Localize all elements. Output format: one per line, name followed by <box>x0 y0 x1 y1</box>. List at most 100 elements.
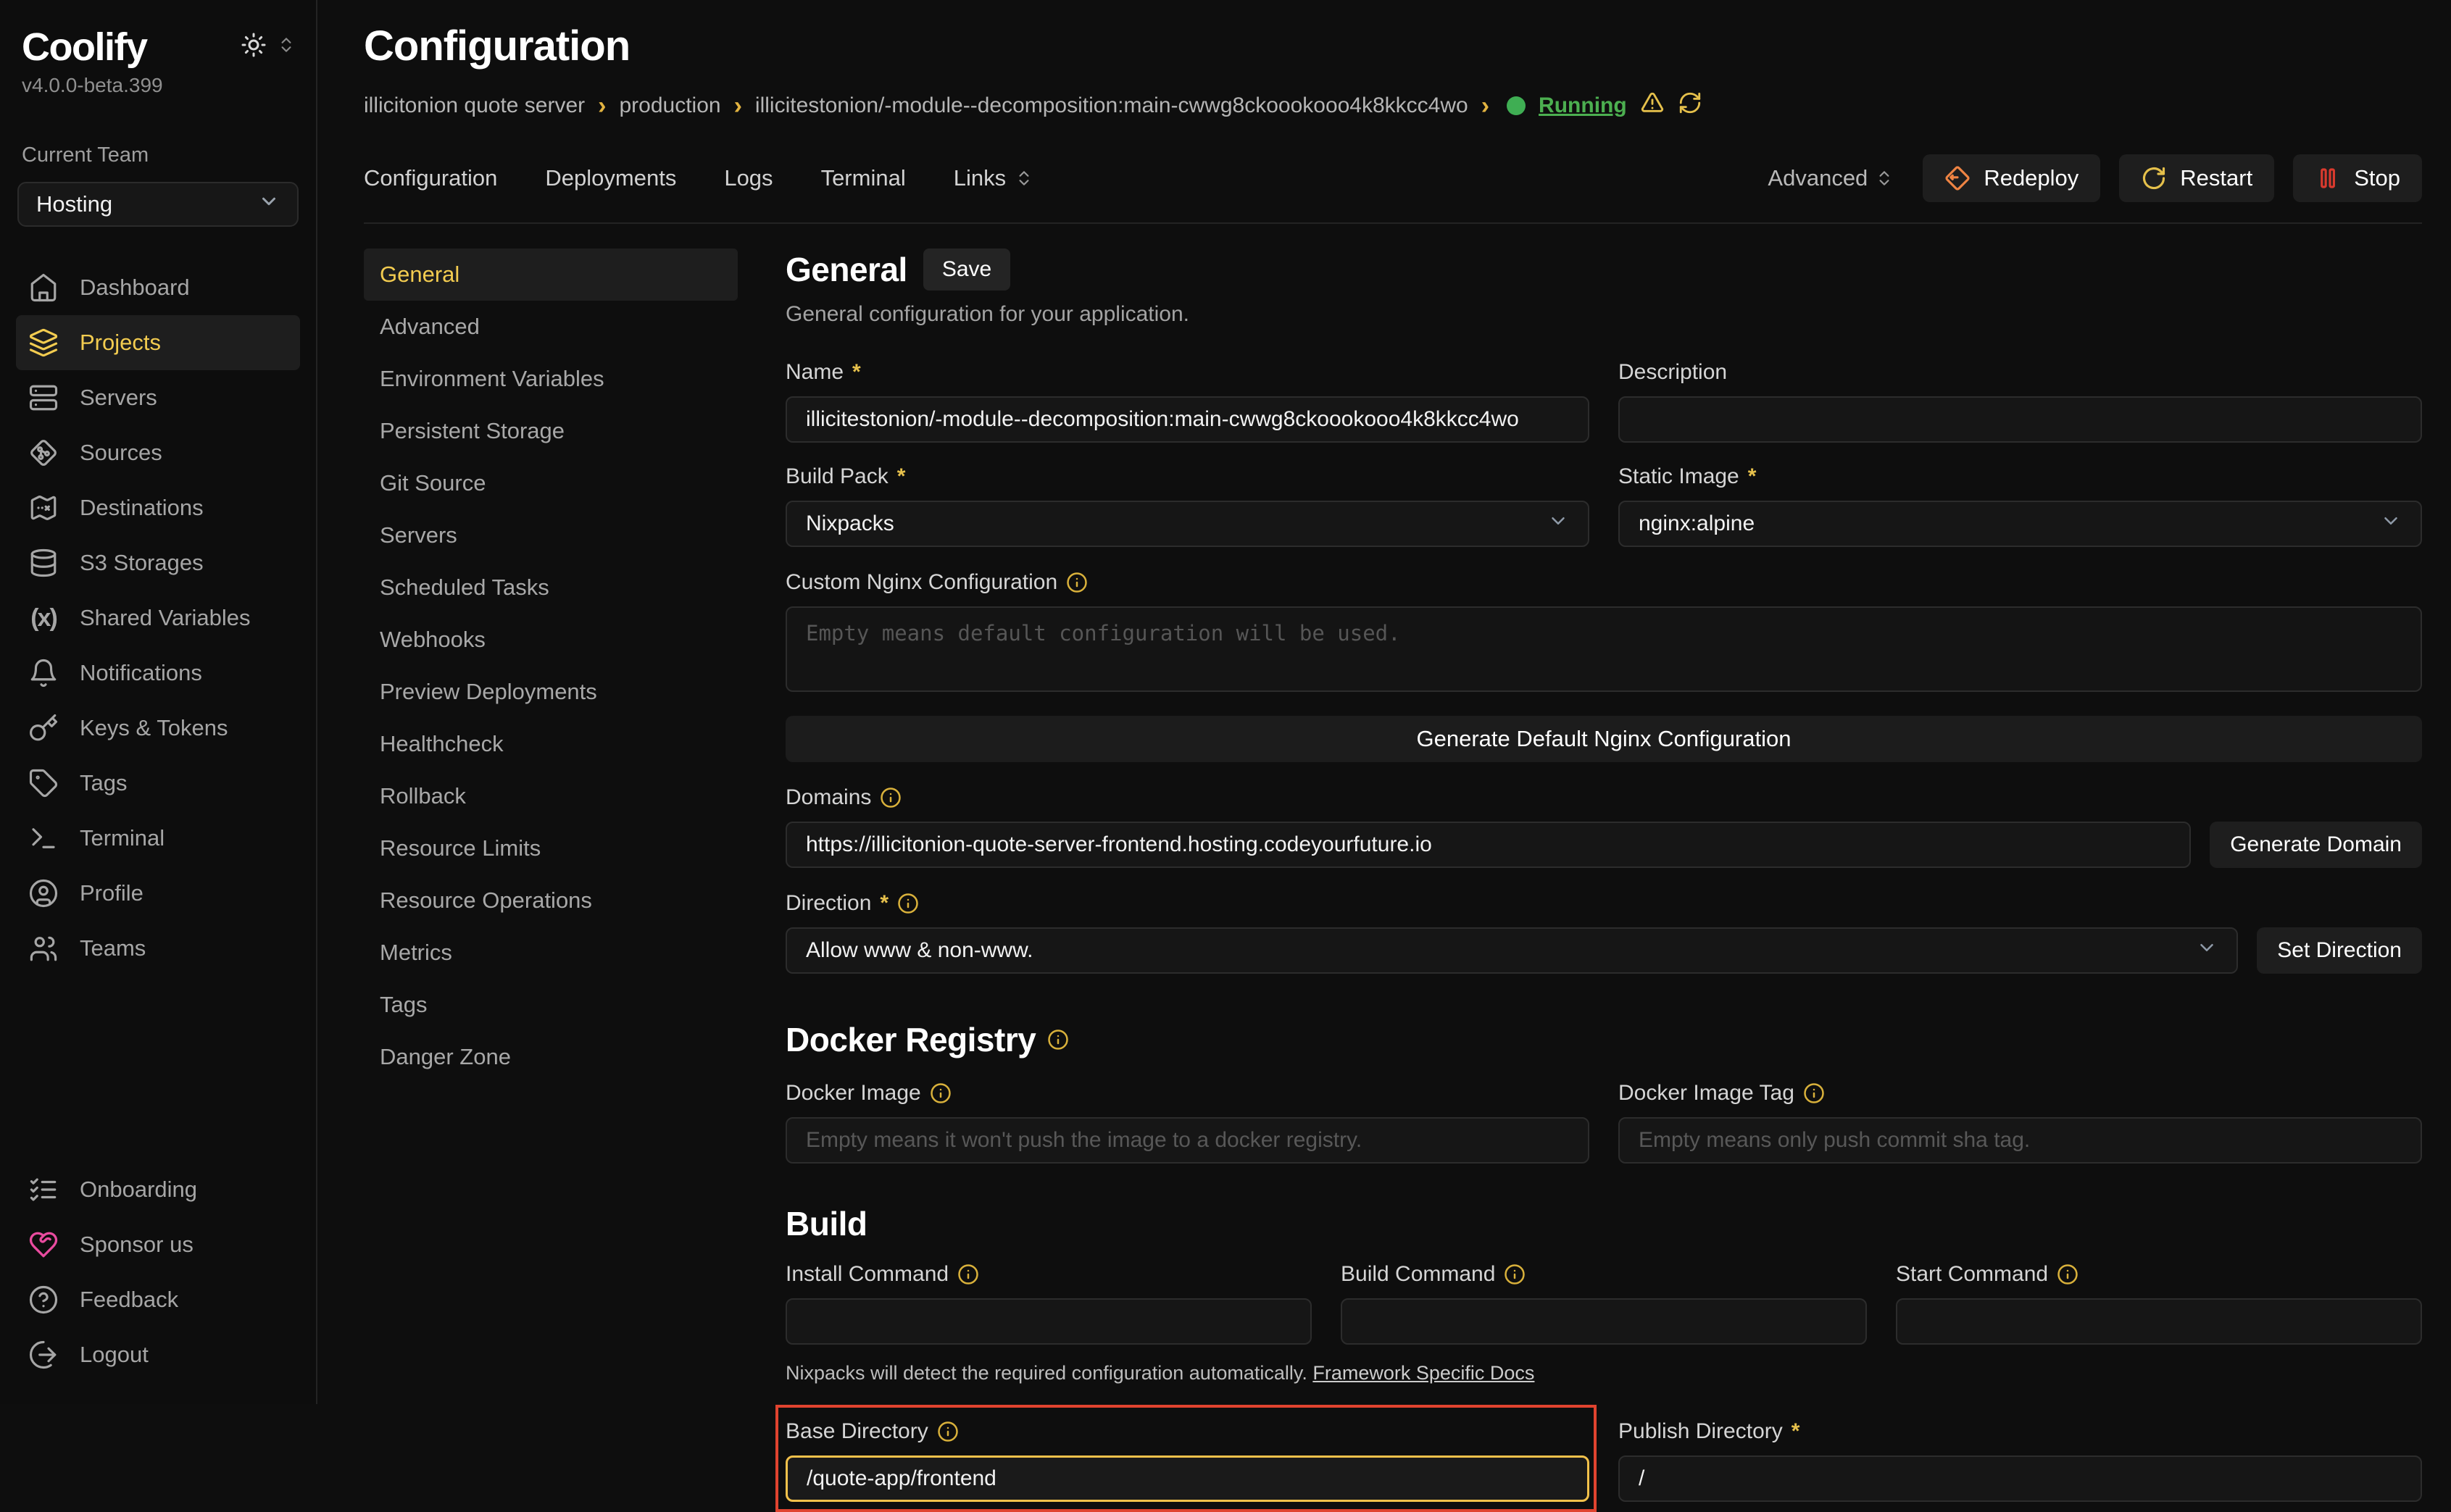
publish-directory-label: Publish Directory <box>1618 1419 1783 1444</box>
direction-select[interactable]: Allow www & non-www. <box>786 927 2238 974</box>
sidebar-item-sources[interactable]: Sources <box>16 425 300 480</box>
save-button[interactable]: Save <box>923 248 1010 291</box>
sidebar-item-shared-variables[interactable]: (x) Shared Variables <box>16 590 300 646</box>
domains-input[interactable] <box>786 822 2191 868</box>
sidebar-item-notifications[interactable]: Notifications <box>16 646 300 701</box>
tab-bar: Configuration Deployments Logs Terminal … <box>364 154 2422 224</box>
redeploy-button[interactable]: Redeploy <box>1923 154 2100 202</box>
sidebar-item-label: Sources <box>80 440 162 466</box>
restart-icon <box>2141 165 2167 191</box>
terminal-icon <box>28 822 59 854</box>
sidebar-item-onboarding[interactable]: Onboarding <box>16 1162 300 1217</box>
sidebar-item-logout[interactable]: Logout <box>16 1327 300 1382</box>
tab-terminal[interactable]: Terminal <box>821 165 906 191</box>
info-icon <box>1066 572 1088 593</box>
sidebar-item-sponsor[interactable]: Sponsor us <box>16 1217 300 1272</box>
sidebar-item-label: S3 Storages <box>80 550 204 576</box>
sidebar-item-dashboard[interactable]: Dashboard <box>16 260 300 315</box>
submenu-rollback[interactable]: Rollback <box>364 770 738 822</box>
build-command-input[interactable] <box>1341 1298 1867 1345</box>
tab-links[interactable]: Links <box>954 165 1033 191</box>
submenu-healthcheck[interactable]: Healthcheck <box>364 718 738 770</box>
tab-logs[interactable]: Logs <box>724 165 773 191</box>
domains-label: Domains <box>786 785 871 810</box>
advanced-dropdown[interactable]: Advanced <box>1768 165 1894 191</box>
team-select[interactable]: Hosting <box>17 182 299 227</box>
submenu-danger-zone[interactable]: Danger Zone <box>364 1031 738 1083</box>
breadcrumb-project[interactable]: illicitonion quote server <box>364 93 585 118</box>
restart-button[interactable]: Restart <box>2119 154 2274 202</box>
sidebar-item-label: Notifications <box>80 660 202 686</box>
section-title-docker-registry: Docker Registry <box>786 1020 2422 1059</box>
submenu-tags[interactable]: Tags <box>364 979 738 1031</box>
submenu-resource-limits[interactable]: Resource Limits <box>364 822 738 874</box>
submenu-scheduled-tasks[interactable]: Scheduled Tasks <box>364 561 738 614</box>
sidebar-item-projects[interactable]: Projects <box>16 315 300 370</box>
sidebar-item-teams[interactable]: Teams <box>16 921 300 976</box>
info-icon <box>1504 1264 1526 1285</box>
help-circle-icon <box>28 1284 59 1316</box>
user-circle-icon <box>28 877 59 909</box>
breadcrumb-environment[interactable]: production <box>619 93 720 118</box>
name-input[interactable] <box>786 396 1589 443</box>
description-label: Description <box>1618 360 1727 385</box>
advanced-label: Advanced <box>1768 165 1868 191</box>
description-label-row: Description <box>1618 360 2422 385</box>
sidebar-item-tags[interactable]: Tags <box>16 756 300 811</box>
nginx-config-textarea[interactable] <box>786 606 2422 692</box>
users-icon <box>28 932 59 964</box>
sidebar-item-destinations[interactable]: Destinations <box>16 480 300 535</box>
sidebar: Coolify v4.0.0-beta.399 Current Team Hos… <box>0 0 317 1404</box>
sidebar-item-servers[interactable]: Servers <box>16 370 300 425</box>
sidebar-item-profile[interactable]: Profile <box>16 866 300 921</box>
required-asterisk: * <box>897 464 906 489</box>
required-asterisk: * <box>852 360 861 385</box>
docker-image-label: Docker Image <box>786 1081 921 1106</box>
info-icon <box>2057 1264 2078 1285</box>
install-command-input[interactable] <box>786 1298 1312 1345</box>
sidebar-item-keys-tokens[interactable]: Keys & Tokens <box>16 701 300 756</box>
sidebar-item-label: Dashboard <box>80 275 190 301</box>
submenu-persistent-storage[interactable]: Persistent Storage <box>364 405 738 457</box>
refresh-icon[interactable] <box>1678 91 1702 121</box>
submenu-general[interactable]: General <box>364 248 738 301</box>
static-image-select[interactable]: nginx:alpine <box>1618 501 2422 547</box>
base-directory-label: Base Directory <box>786 1419 928 1444</box>
base-directory-input[interactable] <box>786 1455 1589 1502</box>
sidebar-item-feedback[interactable]: Feedback <box>16 1272 300 1327</box>
tab-configuration[interactable]: Configuration <box>364 165 497 191</box>
key-icon <box>28 712 59 744</box>
submenu-preview-deployments[interactable]: Preview Deployments <box>364 666 738 718</box>
status-badge[interactable]: Running <box>1539 93 1627 118</box>
set-direction-button[interactable]: Set Direction <box>2257 927 2422 974</box>
theme-selector[interactable] <box>241 32 296 62</box>
sidebar-item-s3-storages[interactable]: S3 Storages <box>16 535 300 590</box>
submenu-webhooks[interactable]: Webhooks <box>364 614 738 666</box>
redeploy-icon <box>1944 165 1971 191</box>
generate-domain-button[interactable]: Generate Domain <box>2210 822 2422 868</box>
info-icon <box>880 787 902 809</box>
publish-directory-input[interactable] <box>1618 1455 2422 1502</box>
sidebar-item-label: Destinations <box>80 495 204 521</box>
submenu-metrics[interactable]: Metrics <box>364 927 738 979</box>
required-asterisk: * <box>880 891 889 916</box>
current-team-label: Current Team <box>22 143 300 167</box>
breadcrumb-application[interactable]: illicitestonion/-module--decomposition:m… <box>755 93 1468 118</box>
tab-deployments[interactable]: Deployments <box>545 165 676 191</box>
submenu-environment-variables[interactable]: Environment Variables <box>364 353 738 405</box>
build-pack-select[interactable]: Nixpacks <box>786 501 1589 547</box>
docker-image-input[interactable] <box>786 1117 1589 1164</box>
submenu-advanced[interactable]: Advanced <box>364 301 738 353</box>
submenu-resource-operations[interactable]: Resource Operations <box>364 874 738 927</box>
framework-docs-link[interactable]: Framework Specific Docs <box>1312 1362 1534 1384</box>
stop-icon <box>2315 165 2341 191</box>
sidebar-item-terminal[interactable]: Terminal <box>16 811 300 866</box>
checklist-icon <box>28 1174 59 1206</box>
submenu-servers[interactable]: Servers <box>364 509 738 561</box>
start-command-input[interactable] <box>1896 1298 2422 1345</box>
generate-nginx-button[interactable]: Generate Default Nginx Configuration <box>786 716 2422 762</box>
stop-button[interactable]: Stop <box>2293 154 2422 202</box>
submenu-git-source[interactable]: Git Source <box>364 457 738 509</box>
docker-image-tag-input[interactable] <box>1618 1117 2422 1164</box>
description-input[interactable] <box>1618 396 2422 443</box>
